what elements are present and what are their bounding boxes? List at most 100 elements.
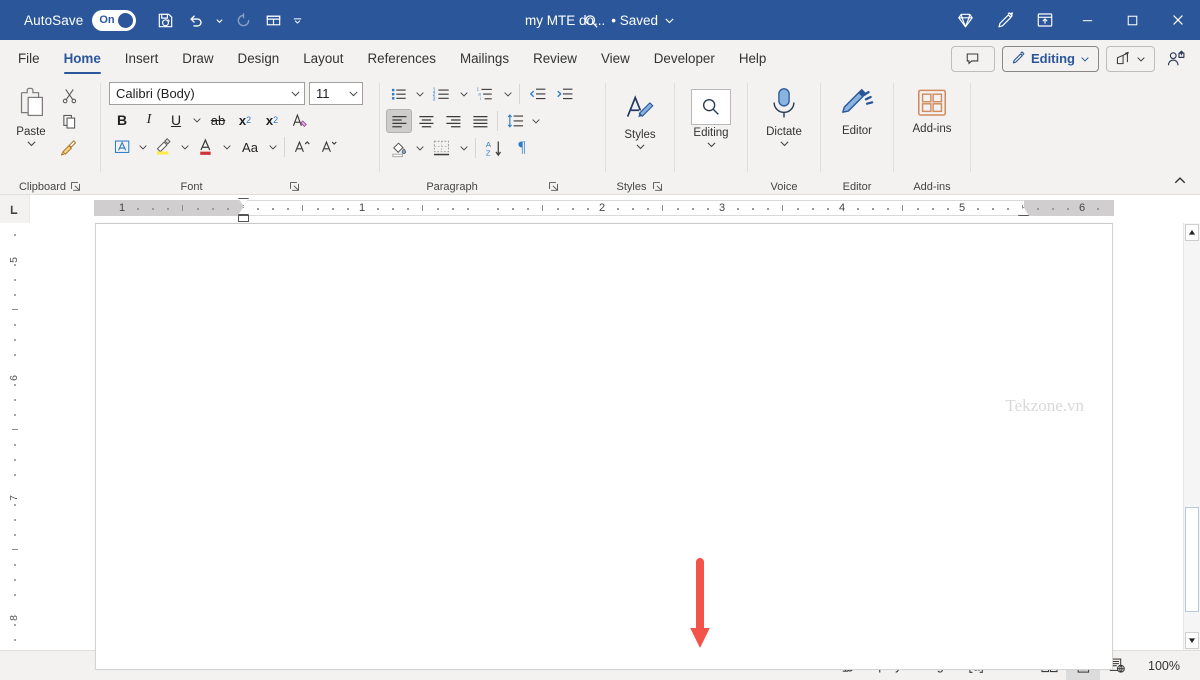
document-page[interactable]: Tekzone.vn [95,223,1113,670]
font-dialog-launcher[interactable] [289,181,300,192]
tab-design[interactable]: Design [226,40,292,77]
tab-mailings[interactable]: Mailings [448,40,521,77]
document-canvas[interactable]: Tekzone.vn [30,223,1183,650]
chevron-down-icon[interactable] [290,88,301,99]
autosave-control[interactable]: AutoSave On [24,10,136,31]
editing-button[interactable]: Editing [687,87,735,151]
collapse-ribbon-button[interactable] [1168,171,1192,191]
pen-highlight-icon[interactable] [985,0,1025,40]
cut-button[interactable] [56,83,82,107]
close-button[interactable] [1155,0,1200,40]
numbering-chevron-down-icon[interactable] [457,82,471,106]
bold-button[interactable]: B [109,108,135,132]
paste-button[interactable]: Paste [8,84,54,150]
align-center-button[interactable] [413,109,439,133]
scrollbar-thumb[interactable] [1185,507,1199,612]
maximize-button[interactable] [1110,0,1155,40]
shrink-font-button[interactable] [316,135,342,159]
sort-button[interactable]: A Z [480,136,508,160]
share-button[interactable] [1106,46,1155,72]
title-chevron-down-icon[interactable] [664,15,675,26]
editing-chevron-down-icon[interactable] [706,140,717,149]
styles-dialog-launcher[interactable] [652,181,663,192]
tab-stop-selector[interactable] [0,195,30,223]
tab-view[interactable]: View [589,40,642,77]
clipboard-dialog-launcher[interactable] [70,181,81,192]
text-highlight-color-button[interactable] [109,135,135,159]
multilevel-chevron-down-icon[interactable] [501,82,515,106]
highlight-pen-button[interactable] [151,135,177,159]
line-spacing-chevron-down-icon[interactable] [529,109,543,133]
undo-icon[interactable] [181,6,209,34]
dictate-chevron-down-icon[interactable] [779,139,790,148]
undo-dropdown-chevron-icon[interactable] [211,6,227,34]
bullets-button[interactable] [386,82,412,106]
font-color-button[interactable] [193,135,219,159]
scrollbar-track[interactable] [1184,242,1200,631]
chevron-down-icon[interactable] [1080,54,1090,64]
chevron-down-icon[interactable] [348,88,359,99]
save-icon[interactable] [151,6,179,34]
font-name-combobox[interactable]: Calibri (Body) [109,82,305,105]
restore-layout-icon[interactable] [1025,0,1065,40]
scroll-up-button[interactable] [1185,224,1199,241]
share-with-people-icon[interactable] [1162,46,1190,72]
dictate-button[interactable]: Dictate [761,82,807,150]
left-indent-marker[interactable] [238,215,249,222]
change-case-button[interactable]: Aa [235,135,265,159]
highlight-chevron-down-icon[interactable] [136,135,150,159]
minimize-button[interactable] [1065,0,1110,40]
tab-developer[interactable]: Developer [642,40,727,77]
styles-button[interactable]: Styles [617,87,663,153]
autosave-toggle[interactable]: On [92,10,136,31]
copy-button[interactable] [56,109,82,133]
underline-chevron-down-icon[interactable] [190,108,204,132]
justify-button[interactable] [467,109,493,133]
superscript-button[interactable]: x2 [259,108,285,132]
borders-chevron-down-icon[interactable] [457,136,471,160]
diamond-icon[interactable] [945,0,985,40]
underline-button[interactable]: U [163,108,189,132]
styles-chevron-down-icon[interactable] [635,142,646,151]
comments-button[interactable] [951,46,995,72]
table-icon[interactable] [259,6,287,34]
line-spacing-button[interactable] [502,109,528,133]
vertical-ruler[interactable]: 5 6 7 8 [0,223,30,650]
tab-insert[interactable]: Insert [113,40,171,77]
shading-chevron-down-icon[interactable] [413,136,427,160]
font-size-combobox[interactable]: 11 [309,82,363,105]
bullets-chevron-down-icon[interactable] [413,82,427,106]
addins-button[interactable]: Add-ins [909,85,956,138]
strikethrough-button[interactable]: ab [205,108,231,132]
shading-button[interactable] [386,136,412,160]
editor-button[interactable]: Editor [834,85,880,140]
tab-file[interactable]: File [6,40,52,77]
vertical-scrollbar[interactable] [1183,223,1200,650]
grow-font-button[interactable] [289,135,315,159]
scroll-down-button[interactable] [1185,632,1199,649]
increase-indent-button[interactable] [551,82,577,106]
chevron-down-icon[interactable] [1136,54,1146,64]
qat-customize-chevron-icon[interactable] [289,6,305,34]
editing-mode-button[interactable]: Editing [1002,46,1099,72]
paste-chevron-down-icon[interactable] [26,139,37,148]
zoom-level-button[interactable]: 100% [1134,659,1186,673]
align-right-button[interactable] [440,109,466,133]
tab-layout[interactable]: Layout [291,40,355,77]
numbering-button[interactable]: 1 2 3 [428,82,456,106]
tab-home[interactable]: Home [52,40,113,77]
redo-icon[interactable] [229,6,257,34]
show-formatting-marks-button[interactable]: ¶ [509,136,535,160]
text-effects-button[interactable] [286,108,312,132]
format-painter-button[interactable] [56,135,82,159]
tab-draw[interactable]: Draw [170,40,225,77]
italic-button[interactable]: I [136,108,162,132]
align-left-button[interactable] [386,109,412,133]
change-case-chevron-down-icon[interactable] [266,135,280,159]
paragraph-dialog-launcher[interactable] [548,181,559,192]
font-color-chevron-down-icon[interactable] [220,135,234,159]
document-title-button[interactable]: my MTE do... • Saved [525,13,675,28]
tab-references[interactable]: References [355,40,447,77]
highlight-pen-chevron-down-icon[interactable] [178,135,192,159]
subscript-button[interactable]: x2 [232,108,258,132]
